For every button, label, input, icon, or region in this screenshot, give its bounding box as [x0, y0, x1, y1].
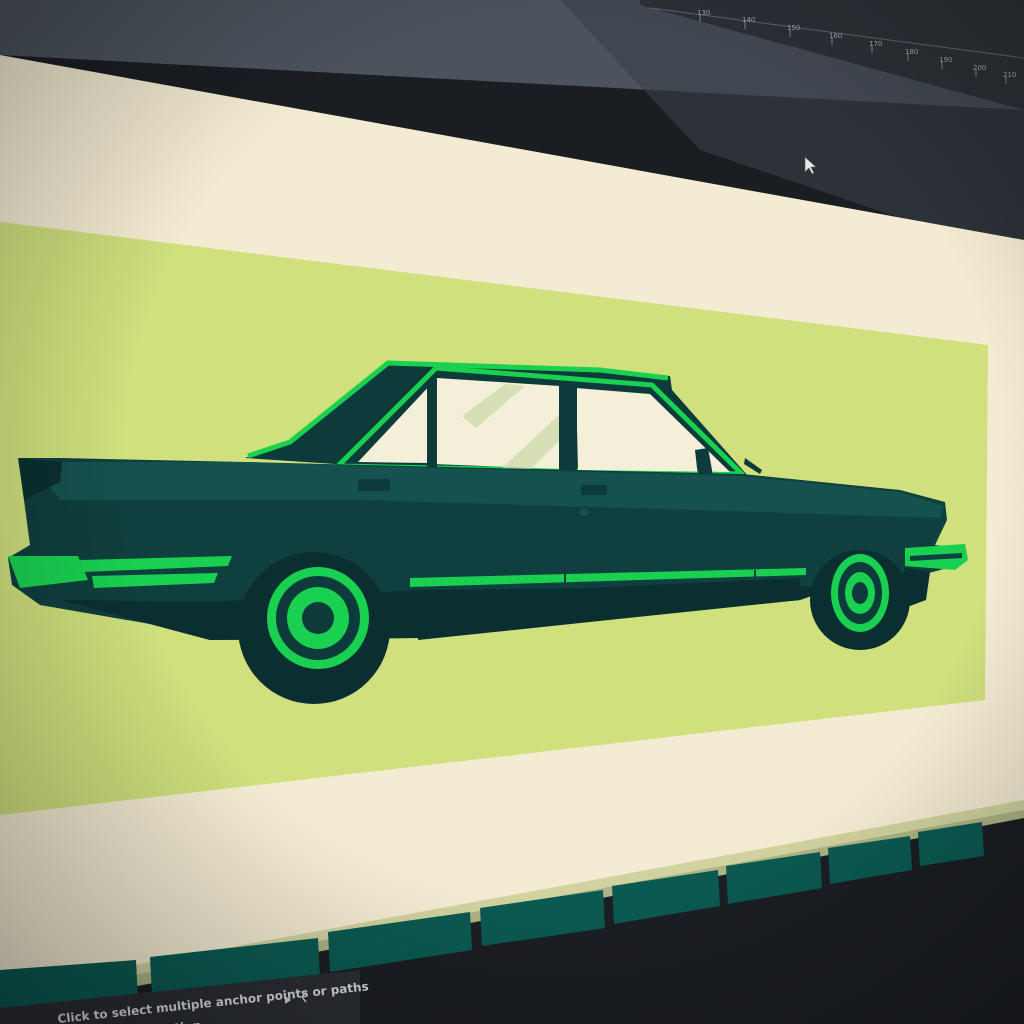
ruler-label: 140: [742, 16, 755, 24]
rear-wheel: [238, 552, 390, 704]
b-pillar: [559, 384, 577, 472]
ruler-label: 160: [829, 32, 842, 40]
ruler-label: 150: [787, 24, 800, 32]
ruler-label: 170: [869, 40, 882, 48]
door-lock: [580, 508, 588, 516]
ruler-label: 130: [697, 9, 710, 17]
screen: 130 140 150 160 170 180 190 200 210 Clic…: [0, 0, 1024, 1024]
front-wheel: [810, 550, 910, 650]
c-pillar: [427, 380, 437, 468]
ruler-label: 210: [1003, 71, 1016, 79]
rear-door-handle: [356, 477, 392, 493]
front-door-handle: [579, 483, 609, 497]
ruler-label: 190: [939, 56, 952, 64]
ruler-label: 180: [905, 48, 918, 56]
ruler-label: 200: [973, 64, 986, 72]
